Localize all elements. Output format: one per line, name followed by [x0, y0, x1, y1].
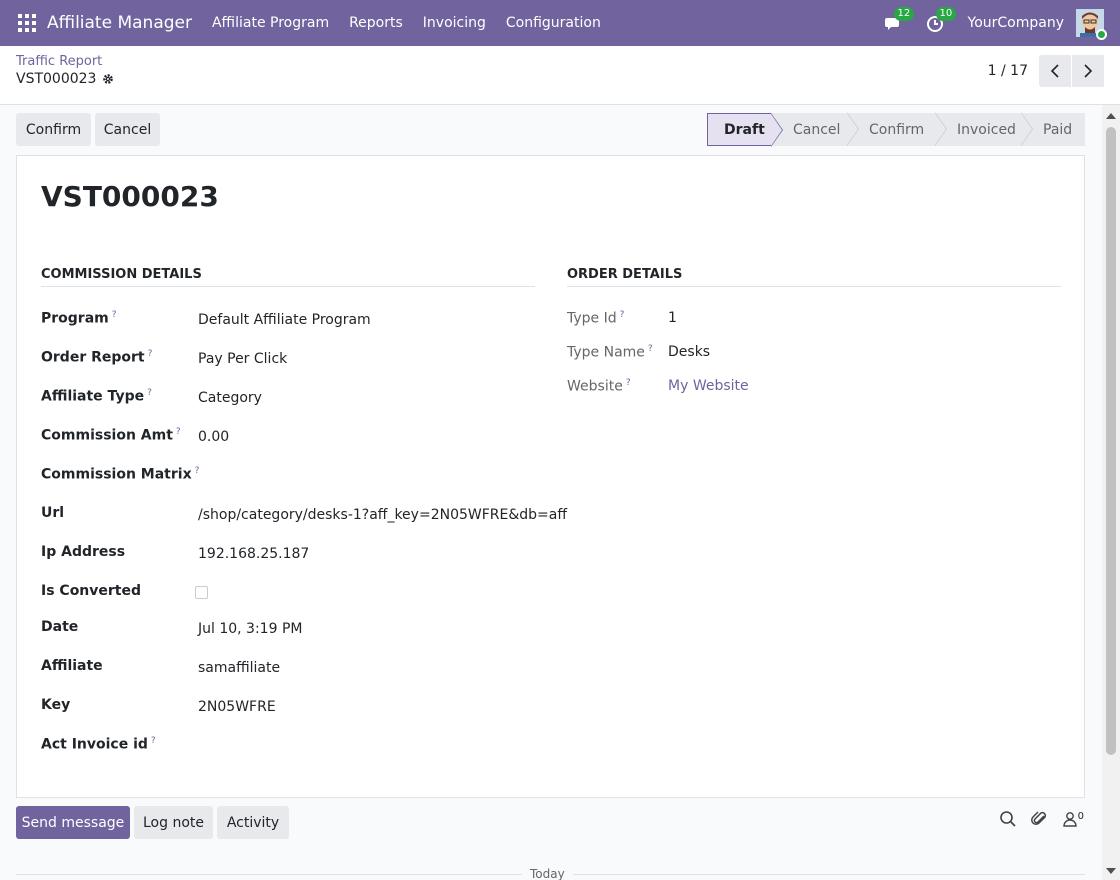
date-label: Date — [41, 619, 79, 635]
breadcrumb-current: VST000023 — [16, 71, 114, 87]
type-id-value[interactable]: 1 — [668, 310, 677, 326]
status-bar: Draft Cancel Confirm Invoiced Paid — [707, 112, 1085, 147]
affiliate-type-label: Affiliate Type? — [41, 388, 152, 405]
search-icon[interactable] — [999, 810, 1017, 828]
messages-badge: 12 — [893, 7, 915, 21]
scroll-down-arrow[interactable] — [1106, 868, 1116, 874]
affiliate-value[interactable]: samaffiliate — [198, 660, 280, 676]
commission-amt-label: Commission Amt? — [41, 427, 181, 444]
commission-details-heading: COMMISSION DETAILS — [41, 267, 535, 287]
scroll-thumb[interactable] — [1106, 127, 1116, 755]
url-value[interactable]: /shop/category/desks-1?aff_key=2N05WFRE&… — [198, 507, 567, 523]
followers-count: 0 — [1077, 811, 1084, 822]
type-name-value[interactable]: Desks — [668, 344, 710, 360]
activities-badge: 10 — [935, 7, 957, 21]
followers-button[interactable]: 0 — [1062, 811, 1084, 827]
menu-invoicing[interactable]: Invoicing — [423, 15, 486, 31]
user-icon — [1062, 812, 1077, 827]
pager-next-button[interactable] — [1072, 55, 1104, 87]
breadcrumb-parent-link[interactable]: Traffic Report — [16, 54, 114, 69]
user-avatar[interactable] — [1076, 9, 1107, 40]
stage-confirm-label: Confirm — [869, 121, 925, 138]
ip-address-label: Ip Address — [41, 544, 126, 560]
act-invoice-id-label: Act Invoice id? — [41, 736, 156, 753]
breadcrumb: Traffic Report VST000023 — [16, 54, 114, 87]
form-view: Confirm Cancel Draft Cancel Confirm Invo… — [0, 105, 1102, 880]
stage-invoiced-label: Invoiced — [957, 121, 1016, 138]
online-status-dot — [1096, 29, 1107, 40]
company-switcher[interactable]: YourCompany — [968, 15, 1065, 31]
record-title: VST000023 — [41, 180, 219, 213]
url-label: Url — [41, 505, 65, 521]
website-label: Website? — [567, 378, 631, 395]
stage-paid-label: Paid — [1043, 121, 1073, 138]
affiliate-type-value[interactable]: Category — [198, 390, 262, 406]
key-value[interactable]: 2N05WFRE — [198, 699, 276, 715]
ip-address-value[interactable]: 192.168.25.187 — [198, 546, 309, 562]
commission-matrix-label: Commission Matrix? — [41, 466, 200, 483]
website-link[interactable]: My Website — [668, 378, 749, 394]
app-name[interactable]: Affiliate Manager — [47, 13, 192, 33]
order-details-heading: ORDER DETAILS — [567, 267, 1061, 287]
record-pager: 1 / 17 — [988, 55, 1104, 87]
is-converted-label: Is Converted — [41, 583, 142, 599]
order-report-label: Order Report? — [41, 349, 153, 366]
chatter-toolbar: 0 — [999, 810, 1084, 828]
stage-confirm[interactable]: Confirm — [847, 112, 947, 146]
apps-menu-icon[interactable] — [18, 14, 36, 32]
key-label: Key — [41, 697, 71, 713]
confirm-button[interactable]: Confirm — [16, 113, 91, 146]
gear-icon[interactable] — [102, 73, 114, 85]
activity-button[interactable]: Activity — [217, 806, 289, 839]
is-converted-checkbox[interactable] — [195, 586, 208, 599]
log-note-button[interactable]: Log note — [134, 806, 213, 839]
form-sheet: VST000023 COMMISSION DETAILS ORDER DETAI… — [16, 155, 1085, 798]
chevron-left-icon — [1050, 64, 1059, 78]
stage-draft-label: Draft — [724, 121, 765, 138]
order-report-value[interactable]: Pay Per Click — [198, 351, 287, 367]
top-navbar: Affiliate Manager Affiliate Program Repo… — [0, 0, 1120, 46]
menu-reports[interactable]: Reports — [349, 15, 403, 31]
activities-button[interactable]: 10 — [926, 7, 957, 33]
program-value[interactable]: Default Affiliate Program — [198, 312, 371, 328]
stage-draft[interactable]: Draft — [707, 113, 783, 147]
pager-value[interactable]: 1 / 17 — [988, 63, 1028, 79]
type-name-label: Type Name? — [567, 344, 653, 361]
commission-amt-value[interactable]: 0.00 — [198, 429, 229, 445]
breadcrumb-current-label: VST000023 — [16, 71, 97, 87]
type-id-label: Type Id? — [567, 310, 625, 327]
affiliate-label: Affiliate — [41, 658, 103, 674]
date-value[interactable]: Jul 10, 3:19 PM — [198, 621, 302, 637]
program-label: Program? — [41, 310, 117, 327]
pager-previous-button[interactable] — [1039, 55, 1071, 87]
menu-configuration[interactable]: Configuration — [506, 15, 601, 31]
today-label: Today — [522, 867, 573, 880]
form-scrollbar[interactable] — [1102, 105, 1120, 880]
scroll-up-arrow[interactable] — [1106, 113, 1116, 119]
stage-cancel-label: Cancel — [793, 121, 841, 138]
messages-button[interactable]: 12 — [884, 7, 915, 33]
stage-invoiced[interactable]: Invoiced — [935, 112, 1033, 146]
send-message-button[interactable]: Send message — [16, 806, 130, 839]
cancel-button[interactable]: Cancel — [95, 113, 160, 146]
chevron-right-icon — [1084, 64, 1093, 78]
paperclip-icon[interactable] — [1030, 810, 1049, 828]
menu-affiliate-program[interactable]: Affiliate Program — [212, 15, 329, 31]
